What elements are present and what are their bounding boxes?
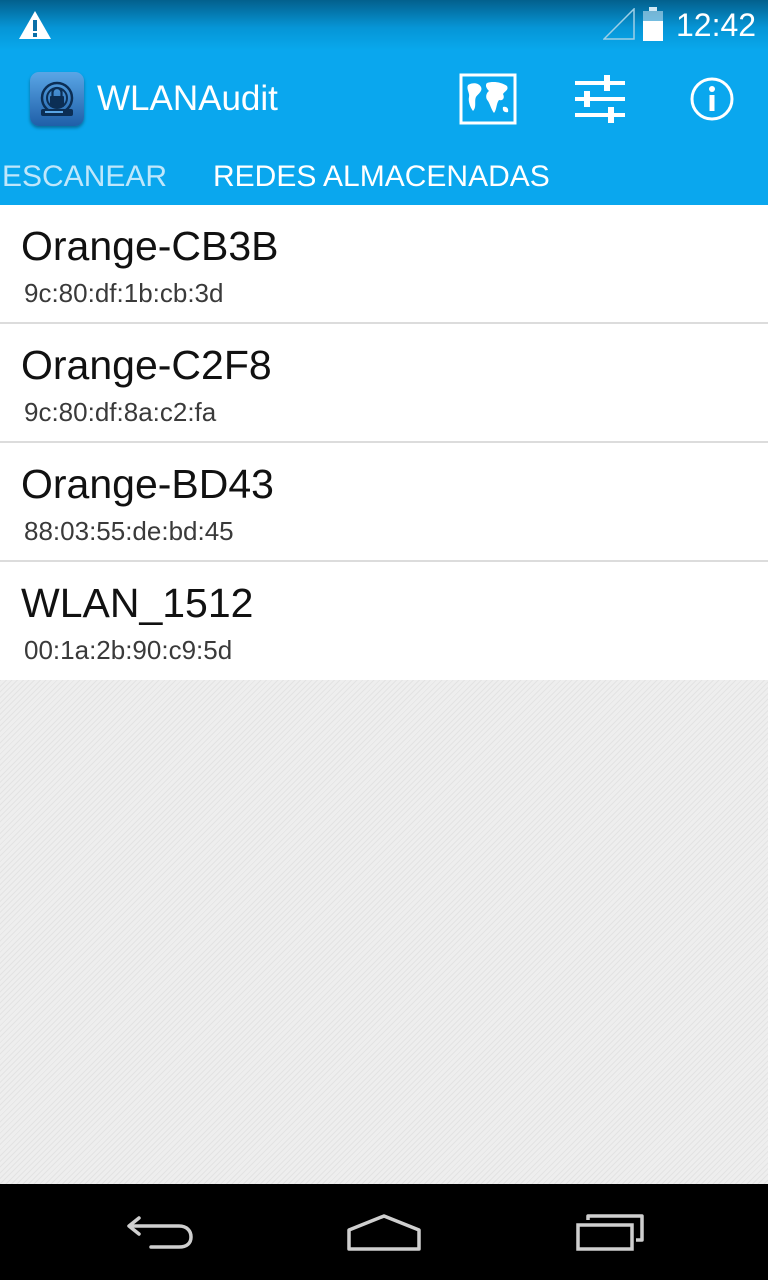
info-icon (690, 77, 734, 121)
list-item[interactable]: Orange-C2F8 9c:80:df:8a:c2:fa (0, 324, 768, 443)
app-title: WLANAudit (97, 79, 278, 118)
battery-icon (643, 7, 663, 41)
signal-icon (603, 8, 635, 40)
list-item[interactable]: WLAN_1512 00:1a:2b:90:c9:5d (0, 562, 768, 679)
clock: 12:42 (676, 7, 757, 43)
empty-list-area (0, 680, 768, 1184)
network-mac: 00:1a:2b:90:c9:5d (24, 635, 233, 665)
world-map-icon (459, 73, 517, 125)
sliders-icon (575, 75, 625, 123)
network-mac: 88:03:55:de:bd:45 (24, 516, 234, 546)
tab-redes-almacenadas[interactable]: REDES ALMACENADAS (213, 148, 550, 205)
network-name: WLAN_1512 (21, 580, 254, 626)
screen: 12:42 WLANAudit ESCANEAR REDES ALMACENAD… (0, 0, 768, 1280)
back-button[interactable] (100, 1202, 220, 1262)
network-name: Orange-BD43 (21, 461, 274, 507)
network-name: Orange-CB3B (21, 223, 279, 269)
network-mac: 9c:80:df:1b:cb:3d (24, 278, 224, 308)
recents-button[interactable] (550, 1202, 670, 1262)
list-item[interactable]: Orange-CB3B 9c:80:df:1b:cb:3d (0, 205, 768, 324)
navigation-bar (0, 1184, 768, 1280)
recent-apps-icon (576, 1214, 644, 1251)
status-bar: 12:42 (0, 0, 768, 50)
home-icon (347, 1214, 421, 1251)
home-button[interactable] (324, 1202, 444, 1262)
router-lock-icon[interactable] (30, 72, 84, 126)
tab-escanear[interactable]: ESCANEAR (2, 148, 167, 205)
network-mac: 9c:80:df:8a:c2:fa (24, 397, 217, 427)
tab-bar: ESCANEAR REDES ALMACENADAS (0, 148, 768, 205)
settings-button[interactable] (560, 64, 640, 134)
network-list: Orange-CB3B 9c:80:df:1b:cb:3d Orange-C2F… (0, 205, 768, 679)
list-item[interactable]: Orange-BD43 88:03:55:de:bd:45 (0, 443, 768, 562)
network-name: Orange-C2F8 (21, 342, 272, 388)
warning-icon (19, 11, 51, 39)
info-button[interactable] (672, 64, 752, 134)
map-button[interactable] (448, 64, 528, 134)
back-arrow-icon (127, 1216, 193, 1249)
action-bar: WLANAudit (0, 50, 768, 148)
